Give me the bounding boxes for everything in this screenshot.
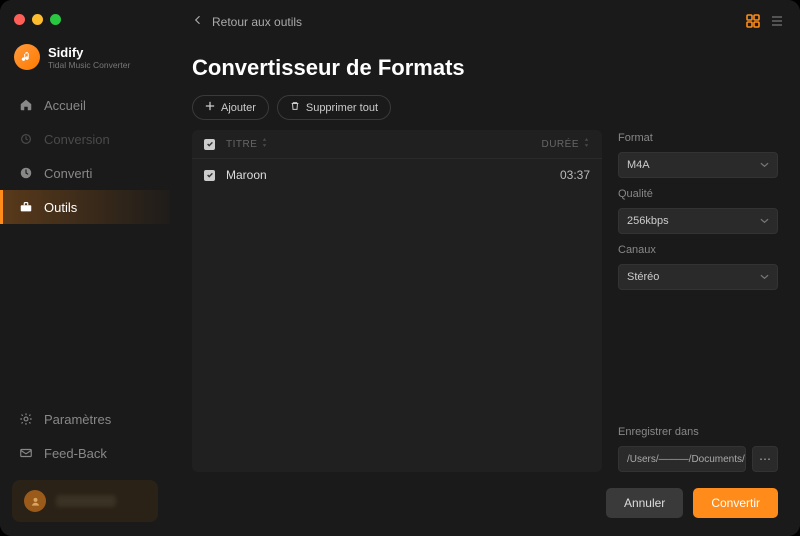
file-table: TITRE DURÉE Maroon 03:37 <box>192 130 602 472</box>
gear-icon <box>18 411 34 427</box>
format-label: Format <box>618 132 778 144</box>
sidebar-bottom: Paramètres Feed-Back <box>0 402 170 536</box>
trash-icon <box>290 101 300 114</box>
quality-select[interactable]: 256kbps <box>618 208 778 234</box>
conversion-icon <box>18 131 34 147</box>
app-name: Sidify <box>48 45 130 60</box>
sidebar-item-conversion[interactable]: Conversion <box>0 122 170 156</box>
column-duration[interactable]: DURÉE <box>520 138 590 150</box>
format-select[interactable]: M4A <box>618 152 778 178</box>
close-window-button[interactable] <box>14 14 25 25</box>
avatar-icon <box>24 490 46 512</box>
add-button[interactable]: Ajouter <box>192 95 269 120</box>
quality-label: Qualité <box>618 188 778 200</box>
grid-view-icon[interactable] <box>744 12 762 30</box>
sort-icon <box>261 138 268 150</box>
column-title-label: TITRE <box>226 139 257 150</box>
back-link[interactable]: Retour aux outils <box>192 14 778 29</box>
channels-label: Canaux <box>618 244 778 256</box>
convert-button[interactable]: Convertir <box>693 488 778 518</box>
page-title: Convertisseur de Formats <box>192 55 778 81</box>
chevron-down-icon <box>760 159 769 171</box>
sidebar-item-settings[interactable]: Paramètres <box>0 402 170 436</box>
channels-value: Stéréo <box>627 271 659 283</box>
quality-value: 256kbps <box>627 215 669 227</box>
format-value: M4A <box>627 159 650 171</box>
dots-icon: ⋯ <box>759 452 771 466</box>
add-button-label: Ajouter <box>221 102 256 114</box>
delete-all-button-label: Supprimer tout <box>306 102 378 114</box>
app-logo-icon <box>14 44 40 70</box>
sidebar-item-label: Conversion <box>44 132 110 147</box>
primary-nav: Accueil Conversion Converti Outils <box>0 88 170 224</box>
sidebar-item-tools[interactable]: Outils <box>0 190 170 224</box>
select-all-checkbox[interactable] <box>204 139 226 150</box>
save-label: Enregistrer dans <box>618 426 778 438</box>
save-path-field[interactable]: /Users/———/Documents/ <box>618 446 746 472</box>
channels-select[interactable]: Stéréo <box>618 264 778 290</box>
minimize-window-button[interactable] <box>32 14 43 25</box>
toolbar: Ajouter Supprimer tout <box>192 95 778 120</box>
sidebar-item-label: Feed-Back <box>44 446 107 461</box>
plus-icon <box>205 101 215 114</box>
top-right-controls <box>744 12 786 30</box>
toolbox-icon <box>18 199 34 215</box>
sidebar-item-label: Converti <box>44 166 92 181</box>
row-checkbox[interactable] <box>204 168 226 182</box>
main-panel: Retour aux outils Convertisseur de Forma… <box>170 0 800 536</box>
chevron-down-icon <box>760 215 769 227</box>
sidebar: Sidify Tidal Music Converter Accueil Con… <box>0 0 170 536</box>
table-header: TITRE DURÉE <box>192 130 602 159</box>
arrow-left-icon <box>192 14 204 29</box>
sidebar-item-label: Paramètres <box>44 412 111 427</box>
table-row[interactable]: Maroon 03:37 <box>192 159 602 191</box>
cancel-button[interactable]: Annuler <box>606 488 683 518</box>
column-title[interactable]: TITRE <box>226 138 520 150</box>
user-chip[interactable] <box>12 480 158 522</box>
column-duration-label: DURÉE <box>541 139 579 150</box>
user-name-redacted <box>56 495 116 507</box>
window-controls <box>14 14 61 25</box>
mail-icon <box>18 445 34 461</box>
sidebar-item-feedback[interactable]: Feed-Back <box>0 436 170 470</box>
home-icon <box>18 97 34 113</box>
row-title: Maroon <box>226 168 520 182</box>
chevron-down-icon <box>760 271 769 283</box>
sidebar-item-converted[interactable]: Converti <box>0 156 170 190</box>
back-link-label: Retour aux outils <box>212 15 302 29</box>
footer-actions: Annuler Convertir <box>192 488 778 518</box>
sidebar-item-home[interactable]: Accueil <box>0 88 170 122</box>
hamburger-menu-icon[interactable] <box>768 12 786 30</box>
save-path-value: /Users/———/Documents/ <box>627 454 745 465</box>
clock-icon <box>18 165 34 181</box>
sidebar-item-label: Outils <box>44 200 77 215</box>
app-logo-block: Sidify Tidal Music Converter <box>0 44 170 88</box>
browse-path-button[interactable]: ⋯ <box>752 446 778 472</box>
maximize-window-button[interactable] <box>50 14 61 25</box>
sort-icon <box>583 138 590 150</box>
row-duration: 03:37 <box>520 168 590 182</box>
content-grid: TITRE DURÉE Maroon 03:37 <box>192 130 778 472</box>
app-window: Sidify Tidal Music Converter Accueil Con… <box>0 0 800 536</box>
sidebar-item-label: Accueil <box>44 98 86 113</box>
delete-all-button[interactable]: Supprimer tout <box>277 95 391 120</box>
options-panel: Format M4A Qualité 256kbps Canaux Stéréo… <box>618 130 778 472</box>
app-subtitle: Tidal Music Converter <box>48 60 130 70</box>
